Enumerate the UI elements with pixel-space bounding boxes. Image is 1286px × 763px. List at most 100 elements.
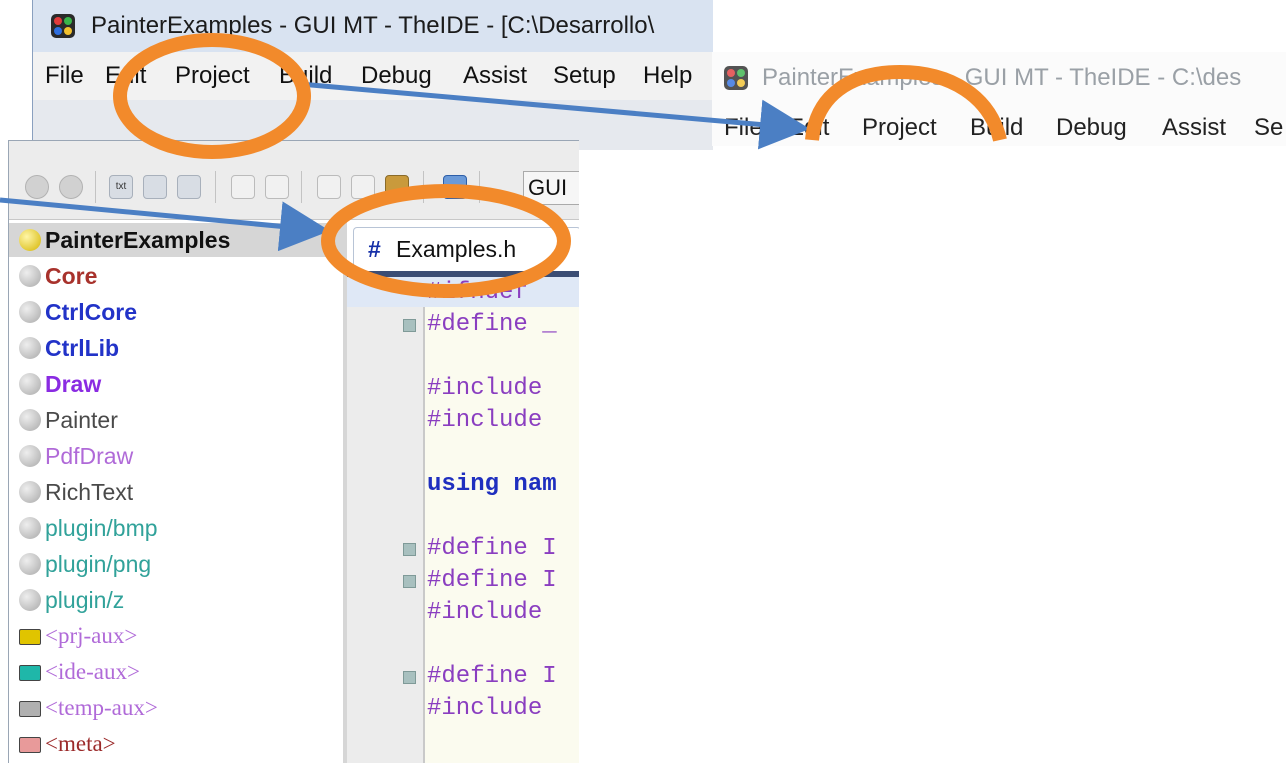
fold-marker-icon[interactable] xyxy=(403,575,416,588)
menu-setup[interactable]: Setup xyxy=(553,62,616,90)
code-line[interactable]: #define _ xyxy=(427,311,557,338)
undo-icon[interactable] xyxy=(231,175,255,199)
back-window-menubar: File Edit Project Build Debug Assist Set… xyxy=(33,52,713,101)
fold-marker-icon[interactable] xyxy=(403,671,416,684)
code-line[interactable]: #include xyxy=(427,375,542,402)
code-area[interactable] xyxy=(425,277,579,763)
binary-icon[interactable] xyxy=(177,175,201,199)
package-icon xyxy=(19,553,41,575)
menu-setup[interactable]: Se xyxy=(1254,114,1283,142)
package-label: RichText xyxy=(45,479,134,505)
aux-item[interactable]: <temp-aux> xyxy=(9,691,343,725)
text-file-icon[interactable]: txt xyxy=(109,175,133,199)
back-window-title: PainterExamples - GUI MT - TheIDE - [C:\… xyxy=(91,12,655,39)
menu-assist[interactable]: Assist xyxy=(463,62,527,90)
code-editor: # Examples.h #ifndef #define _ #include #in… xyxy=(347,221,579,763)
right-window-title: PainterExamples - GUI MT - TheIDE - C:\d… xyxy=(762,64,1242,91)
package-item-main[interactable]: PainterExamples xyxy=(9,223,343,257)
aux-item[interactable]: <ide-aux> xyxy=(9,655,343,689)
ide-window: txt GUI PainterExamples Core CtrlCore Ctrl… xyxy=(8,140,579,763)
package-item[interactable]: plugin/bmp xyxy=(9,511,343,545)
back-window-titlebar: PainterExamples - GUI MT - TheIDE - [C:\… xyxy=(33,0,713,52)
toolbar-separator xyxy=(423,171,424,203)
configuration-combo[interactable]: GUI xyxy=(523,171,579,205)
package-icon xyxy=(19,265,41,287)
package-icon xyxy=(19,517,41,539)
back-window: PainterExamples - GUI MT - TheIDE - [C:\… xyxy=(32,0,713,150)
layout-icon[interactable] xyxy=(143,175,167,199)
menu-assist[interactable]: Assist xyxy=(1162,114,1226,142)
back-icon[interactable] xyxy=(25,175,49,199)
package-label: Painter xyxy=(45,407,118,433)
package-item[interactable]: plugin/png xyxy=(9,547,343,581)
package-label: plugin/png xyxy=(45,551,152,577)
menu-edit[interactable]: Edit xyxy=(788,114,829,142)
package-icon xyxy=(19,373,41,395)
package-item[interactable]: Draw xyxy=(9,367,343,401)
package-icon xyxy=(19,337,41,359)
aux-item[interactable]: <prj-aux> xyxy=(9,619,343,653)
package-icon xyxy=(19,409,41,431)
redo-icon[interactable] xyxy=(265,175,289,199)
code-line[interactable]: #define I xyxy=(427,567,557,594)
aux-folder-icon xyxy=(19,701,41,717)
package-item[interactable]: Core xyxy=(9,259,343,293)
package-icon xyxy=(19,301,41,323)
toolbar-separator xyxy=(479,171,480,203)
menu-file[interactable]: File xyxy=(45,62,84,90)
file-tab[interactable]: # Examples.h xyxy=(353,227,579,272)
package-item[interactable]: CtrlCore xyxy=(9,295,343,329)
code-line[interactable]: using nam xyxy=(427,471,557,498)
toolbar-separator xyxy=(95,171,96,203)
copy-icon[interactable] xyxy=(351,175,375,199)
package-label: plugin/bmp xyxy=(45,515,158,541)
aux-folder-icon xyxy=(19,665,41,681)
menu-help[interactable]: Help xyxy=(643,62,692,90)
aux-label: <prj-aux> xyxy=(45,623,138,648)
header-file-icon: # xyxy=(368,236,381,262)
package-label: PainterExamples xyxy=(45,227,231,253)
menu-build[interactable]: Build xyxy=(970,114,1023,142)
package-label: CtrlLib xyxy=(45,335,120,361)
cut-icon[interactable] xyxy=(317,175,341,199)
menu-build[interactable]: Build xyxy=(279,62,332,90)
toolbar-separator xyxy=(301,171,302,203)
code-line[interactable]: #include xyxy=(427,599,542,626)
paste-icon[interactable] xyxy=(385,175,409,199)
code-line[interactable]: #ifndef xyxy=(427,279,528,306)
package-label: plugin/z xyxy=(45,587,125,613)
editor-gutter xyxy=(347,277,425,763)
aux-folder-icon xyxy=(19,737,41,753)
package-item[interactable]: CtrlLib xyxy=(9,331,343,365)
fold-marker-icon[interactable] xyxy=(403,543,416,556)
package-icon xyxy=(19,229,41,251)
right-window: PainterExamples - GUI MT - TheIDE - C:\d… xyxy=(712,52,1286,146)
package-item[interactable]: plugin/z xyxy=(9,583,343,617)
code-line[interactable]: #define I xyxy=(427,663,557,690)
package-icon xyxy=(19,445,41,467)
ide-toolbar: txt GUI xyxy=(9,141,579,220)
menu-file[interactable]: File xyxy=(724,114,763,142)
package-label: CtrlCore xyxy=(45,299,138,325)
toolbar-separator xyxy=(215,171,216,203)
package-item[interactable]: RichText xyxy=(9,475,343,509)
package-label: PdfDraw xyxy=(45,443,134,469)
package-item[interactable]: Painter xyxy=(9,403,343,437)
forward-icon[interactable] xyxy=(59,175,83,199)
code-line[interactable]: #include xyxy=(427,407,542,434)
document-icon[interactable] xyxy=(443,175,467,199)
menu-project[interactable]: Project xyxy=(175,62,250,90)
fold-marker-icon[interactable] xyxy=(403,319,416,332)
aux-folder-icon xyxy=(19,629,41,645)
code-line[interactable]: #define I xyxy=(427,535,557,562)
code-line[interactable]: #include xyxy=(427,695,542,722)
menu-debug[interactable]: Debug xyxy=(361,62,432,90)
app-logo-icon xyxy=(724,66,748,90)
aux-label: <meta> xyxy=(45,731,116,756)
aux-item[interactable]: <meta> xyxy=(9,727,343,761)
package-item[interactable]: PdfDraw xyxy=(9,439,343,473)
menu-debug[interactable]: Debug xyxy=(1056,114,1127,142)
menu-edit[interactable]: Edit xyxy=(105,62,146,90)
package-icon xyxy=(19,481,41,503)
menu-project[interactable]: Project xyxy=(862,114,937,142)
